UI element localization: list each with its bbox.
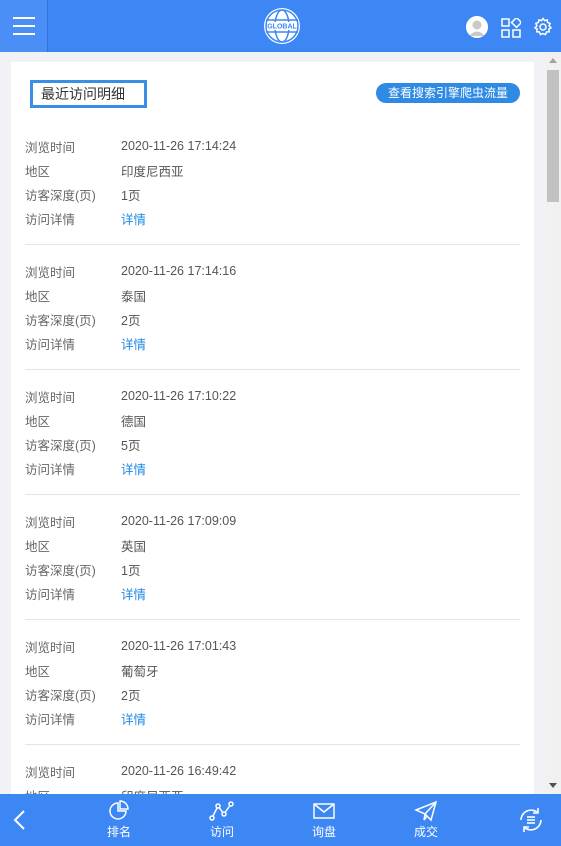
time-label: 浏览时间 xyxy=(25,515,76,530)
visit-depth: 1页 xyxy=(121,188,141,203)
visit-time: 2020-11-26 16:49:42 xyxy=(121,764,237,778)
logo-text: GLOBAL xyxy=(267,24,297,31)
scrollbar-thumb[interactable] xyxy=(547,70,559,202)
detail-link[interactable]: 详情 xyxy=(121,584,146,603)
region-label: 地区 xyxy=(25,414,51,429)
visit-depth: 1页 xyxy=(121,563,141,578)
detail-link[interactable]: 详情 xyxy=(121,334,146,353)
time-label: 浏览时间 xyxy=(25,640,76,655)
time-label: 浏览时间 xyxy=(25,140,76,155)
region-label: 地区 xyxy=(25,539,51,554)
region-label: 地区 xyxy=(25,786,121,795)
menu-icon-line xyxy=(12,17,35,19)
visit-time: 2020-11-26 17:14:16 xyxy=(121,264,237,278)
visit-time: 2020-11-26 17:10:22 xyxy=(121,389,237,403)
nav-item-ranking[interactable]: 排名 xyxy=(94,799,144,843)
visit-record: 浏览时间 2020-11-26 17:10:22 地区 德国 访客深度(页) 5页 访… xyxy=(25,382,520,495)
section-title: 最近访问明细 xyxy=(30,80,147,108)
depth-label: 访客深度(页) xyxy=(25,438,96,453)
visit-time: 2020-11-26 17:01:43 xyxy=(121,639,237,653)
visit-region: 印度尼西亚 xyxy=(121,786,184,795)
top-bar: GLOBAL xyxy=(0,0,561,52)
detail-label: 访问详情 xyxy=(25,712,76,727)
card-header: 最近访问明细 查看搜索引擎爬虫流量 xyxy=(25,62,520,132)
detail-label: 访问详情 xyxy=(25,337,76,352)
nav-label-visits: 访问 xyxy=(209,825,234,839)
visit-time: 2020-11-26 17:14:24 xyxy=(121,139,237,153)
scroll-up-arrow-icon[interactable] xyxy=(549,58,557,63)
nav-item-visits[interactable]: 访问 xyxy=(197,799,247,843)
detail-label: 访问详情 xyxy=(25,212,76,227)
detail-link[interactable]: 详情 xyxy=(121,709,146,728)
apps-icon[interactable] xyxy=(501,16,523,38)
menu-icon-line xyxy=(12,33,35,35)
region-label: 地区 xyxy=(25,664,51,679)
globe-logo-icon[interactable]: GLOBAL xyxy=(264,8,300,44)
paper-plane-icon xyxy=(414,800,438,822)
visit-depth: 2页 xyxy=(121,688,141,703)
nav-item-inquiries[interactable]: 询盘 xyxy=(299,799,349,843)
time-label: 浏览时间 xyxy=(25,765,76,780)
depth-label: 访客深度(页) xyxy=(25,563,96,578)
visit-depth: 5页 xyxy=(121,438,141,453)
region-label: 地区 xyxy=(25,289,51,304)
depth-label: 访客深度(页) xyxy=(25,688,96,703)
view-crawler-traffic-button[interactable]: 查看搜索引擎爬虫流量 xyxy=(375,83,520,103)
avatar[interactable] xyxy=(466,16,488,38)
switch-view-icon[interactable] xyxy=(516,805,546,835)
menu-button[interactable] xyxy=(0,0,48,52)
nav-label-ranking: 排名 xyxy=(106,825,131,839)
menu-icon-line xyxy=(12,25,35,27)
time-label: 浏览时间 xyxy=(25,265,76,280)
content-area: 最近访问明细 查看搜索引擎爬虫流量 浏览时间 2020-11-26 17:14:2… xyxy=(0,52,545,794)
visit-region: 英国 xyxy=(121,539,147,554)
visit-detail-card: 最近访问明细 查看搜索引擎爬虫流量 浏览时间 2020-11-26 17:14:2… xyxy=(11,62,534,794)
gear-icon[interactable] xyxy=(533,17,553,37)
detail-label: 访问详情 xyxy=(25,587,76,602)
visit-record: 浏览时间 2020-11-26 17:14:24 地区 印度尼西亚 访客深度(页) 1… xyxy=(25,132,520,245)
scroll-down-arrow-icon[interactable] xyxy=(549,783,557,788)
visit-depth: 2页 xyxy=(121,313,141,328)
mail-icon xyxy=(313,803,335,819)
depth-label: 访客深度(页) xyxy=(25,188,96,203)
visit-region: 德国 xyxy=(121,414,147,429)
line-chart-icon xyxy=(209,801,234,821)
visit-record: 浏览时间 2020-11-26 17:14:16 地区 泰国 访客深度(页) 2页 访… xyxy=(25,257,520,370)
pie-chart-icon xyxy=(109,800,129,820)
visit-time: 2020-11-26 17:09:09 xyxy=(121,514,237,528)
visit-record: 浏览时间 2020-11-26 16:49:42 地区印度尼西亚 xyxy=(25,757,520,794)
detail-link[interactable]: 详情 xyxy=(121,209,146,228)
nav-label-deals: 成交 xyxy=(413,825,438,839)
region-label: 地区 xyxy=(25,164,51,179)
visit-record: 浏览时间 2020-11-26 17:01:43 地区 葡萄牙 访客深度(页) 2页 … xyxy=(25,632,520,745)
visit-region: 泰国 xyxy=(121,289,147,304)
time-label: 浏览时间 xyxy=(25,390,76,405)
nav-item-deals[interactable]: 成交 xyxy=(401,799,451,843)
depth-label: 访客深度(页) xyxy=(25,313,96,328)
nav-label-inquiries: 询盘 xyxy=(311,825,336,839)
visit-record: 浏览时间 2020-11-26 17:09:09 地区 英国 访客深度(页) 1页 访… xyxy=(25,507,520,620)
detail-label: 访问详情 xyxy=(25,462,76,477)
back-icon[interactable] xyxy=(8,808,32,832)
visit-region: 印度尼西亚 xyxy=(121,164,184,179)
bottom-nav: 排名 访问 询盘 成交 xyxy=(0,794,561,846)
visit-region: 葡萄牙 xyxy=(121,664,159,679)
detail-link[interactable]: 详情 xyxy=(121,459,146,478)
vertical-scrollbar[interactable] xyxy=(545,52,561,794)
